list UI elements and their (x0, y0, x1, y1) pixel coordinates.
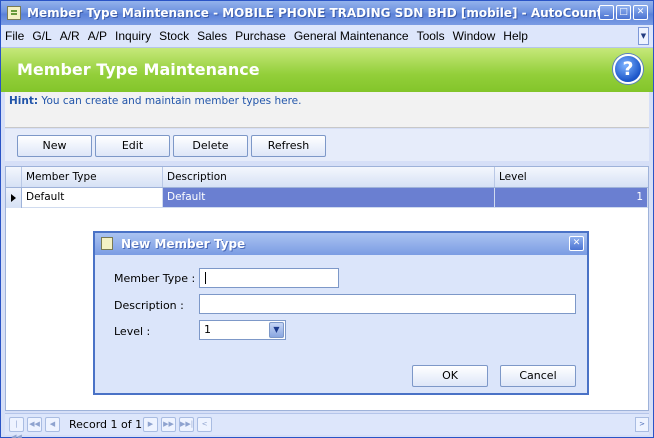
menu-gl[interactable]: G/L (32, 29, 51, 43)
record-navigator: |◀◀ ◀◀ ◀ Record 1 of 1 ▶ ▶▶ ▶▶| < > (5, 413, 649, 438)
new-member-type-dialog: New Member Type ✕ Member Type : Descript… (93, 231, 589, 395)
menu-inquiry[interactable]: Inquiry (115, 29, 151, 43)
menu-bar: File G/L A/R A/P Inquiry Stock Sales Pur… (1, 25, 653, 48)
menu-ap[interactable]: A/P (88, 29, 107, 43)
record-count-text: Record 1 of 1 (69, 418, 143, 431)
toolbar: New Edit Delete Refresh (5, 129, 649, 161)
menu-window[interactable]: Window (453, 29, 496, 43)
new-button[interactable]: New (17, 135, 92, 157)
page-header: Member Type Maintenance ? (1, 48, 653, 92)
dialog-title: New Member Type (121, 237, 246, 251)
dialog-title-bar: New Member Type ✕ (95, 233, 587, 255)
chevron-down-icon[interactable]: ▼ (269, 322, 284, 338)
app-document-icon (7, 6, 21, 20)
member-type-input[interactable] (199, 268, 339, 288)
menu-purchase[interactable]: Purchase (235, 29, 286, 43)
next-record-icon[interactable]: ▶ (143, 417, 158, 432)
first-record-icon[interactable]: |◀◀ (9, 417, 24, 438)
next-page-icon[interactable]: ▶▶ (161, 417, 176, 432)
description-label: Description : (114, 299, 184, 312)
menu-sales[interactable]: Sales (197, 29, 227, 43)
help-icon[interactable]: ? (613, 54, 643, 84)
menu-tools[interactable]: Tools (417, 29, 445, 43)
minimize-button[interactable]: _ (599, 5, 614, 20)
last-record-icon[interactable]: ▶▶| (179, 417, 194, 432)
description-input[interactable] (199, 294, 576, 314)
prev-record-icon[interactable]: ◀ (45, 417, 60, 432)
cell-level[interactable]: 1 (495, 188, 648, 208)
table-row[interactable]: Default Default 1 (6, 188, 648, 208)
cell-member-type[interactable]: Default (22, 188, 163, 208)
row-indicator-header (6, 167, 22, 187)
dialog-document-icon (101, 237, 113, 250)
member-type-label: Member Type : (114, 272, 196, 285)
grid-header: Member Type Description Level (6, 167, 648, 188)
edit-button[interactable]: Edit (95, 135, 170, 157)
delete-button[interactable]: Delete (173, 135, 248, 157)
hint-panel: Hint: You can create and maintain member… (5, 92, 649, 128)
column-header-level[interactable]: Level (495, 167, 648, 187)
ok-button[interactable]: OK (412, 365, 488, 387)
level-select[interactable]: 1 ▼ (199, 320, 286, 340)
text-caret (205, 272, 206, 284)
cancel-button[interactable]: Cancel (500, 365, 576, 387)
column-header-description[interactable]: Description (163, 167, 495, 187)
refresh-button[interactable]: Refresh (251, 135, 326, 157)
hint-label: Hint: (9, 95, 39, 107)
menu-file[interactable]: File (5, 29, 24, 43)
menu-help[interactable]: Help (503, 29, 528, 43)
level-label: Level : (114, 325, 151, 338)
maximize-button[interactable]: □ (616, 5, 631, 20)
menu-ar[interactable]: A/R (60, 29, 80, 43)
scroll-right-icon[interactable]: > (635, 417, 649, 432)
page-title: Member Type Maintenance (17, 60, 260, 79)
window-title: Member Type Maintenance - MOBILE PHONE T… (27, 6, 611, 20)
prev-page-icon[interactable]: ◀◀ (27, 417, 42, 432)
level-value: 1 (204, 323, 211, 336)
dialog-close-icon[interactable]: ✕ (569, 236, 584, 251)
hint-text: You can create and maintain member types… (38, 95, 302, 107)
menu-overflow-chevron-icon[interactable]: ▼ (638, 27, 649, 45)
app-window: Member Type Maintenance - MOBILE PHONE T… (0, 0, 654, 438)
row-pointer-icon (6, 188, 22, 208)
close-window-button[interactable]: ✕ (633, 5, 648, 20)
column-header-member-type[interactable]: Member Type (22, 167, 163, 187)
menu-stock[interactable]: Stock (159, 29, 189, 43)
cell-description[interactable]: Default (163, 188, 495, 208)
menu-general-maintenance[interactable]: General Maintenance (294, 29, 409, 43)
title-bar: Member Type Maintenance - MOBILE PHONE T… (1, 1, 653, 25)
cancel-edit-icon[interactable]: < (197, 417, 212, 432)
